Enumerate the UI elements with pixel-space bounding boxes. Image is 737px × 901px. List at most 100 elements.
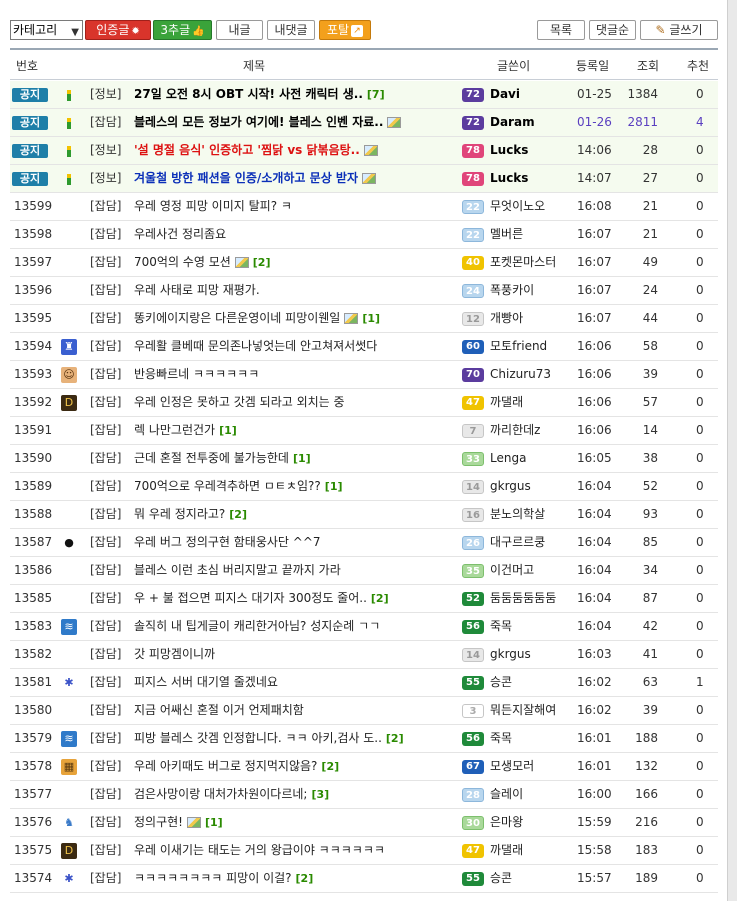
post-writer[interactable]: 까리한데z — [490, 417, 540, 444]
post-title-link[interactable]: 블레스 이런 초심 버리지말고 끝까지 가라 — [134, 557, 341, 584]
level-badge: 55 — [462, 872, 484, 886]
post-writer[interactable]: 까댈래 — [490, 837, 523, 864]
post-title-text: 우레 버그 정의구현 함태웅사단 ^^7 — [134, 535, 321, 549]
level-bar-icon — [60, 137, 78, 164]
table-row: 13578 ▦ [잡담] 우레 아키때도 버그로 정지먹지않음? [2] 67 모생모러 16… — [10, 753, 718, 781]
my-comments-button[interactable]: 내댓글 — [267, 20, 315, 40]
post-writer[interactable]: Lucks — [490, 137, 528, 164]
post-title-link[interactable]: '설 명절 음식' 인증하고 '찜닭 vs 닭볶음탕.. — [134, 137, 378, 164]
post-number: 13597 — [14, 255, 53, 269]
post-writer[interactable]: Davi — [490, 81, 520, 108]
post-title-link[interactable]: 우레 아키때도 버그로 정지먹지않음? [2] — [134, 753, 339, 780]
post-writer[interactable]: 무엇이노오 — [490, 193, 545, 220]
level-bar-icon — [60, 109, 78, 136]
comment-count[interactable]: [2] — [386, 732, 404, 745]
comment-count[interactable]: [2] — [229, 508, 247, 521]
write-button[interactable]: ✎ 글쓰기 — [640, 20, 718, 40]
post-title-link[interactable]: 우레활 클베때 문의존나넣엇는데 안고쳐져서썻다 — [134, 333, 377, 360]
post-writer[interactable]: 모토friend — [490, 333, 547, 360]
comment-count[interactable]: [1] — [293, 452, 311, 465]
post-writer[interactable]: gkrgus — [490, 641, 531, 668]
post-title-link[interactable]: 뭐 우레 정지라고? [2] — [134, 501, 247, 528]
comment-count[interactable]: [1] — [362, 312, 380, 325]
table-row: 13583 ≋ [잡담] 솔직히 내 팁게글이 캐리한거아님? 성지순례 ㄱㄱ 56 죽목… — [10, 613, 718, 641]
post-title-link[interactable]: 우 + 불 접으면 피지스 대기자 300정도 줄어.. [2] — [134, 585, 389, 612]
post-writer[interactable]: 승콘 — [490, 865, 512, 892]
comment-count[interactable]: [2] — [253, 256, 271, 269]
post-writer[interactable]: Daram — [490, 109, 535, 136]
post-title-link[interactable]: 겨울철 방한 패션을 인증/소개하고 문상 받자 — [134, 165, 376, 192]
post-recommend: 0 — [696, 759, 704, 773]
post-title-link[interactable]: 700억으로 우레격추하면 ㅁㅌㅊ임?? [1] — [134, 473, 343, 500]
post-title-link[interactable]: 솔직히 내 팁게글이 캐리한거아님? 성지순례 ㄱㄱ — [134, 613, 380, 640]
comment-count[interactable]: [2] — [321, 760, 339, 773]
post-title-link[interactable]: 27일 오전 8시 OBT 시작! 사전 캐릭터 생.. [7] — [134, 81, 385, 108]
list-button[interactable]: 목록 — [537, 20, 585, 40]
post-title-link[interactable]: 우레사건 정리좀요 — [134, 221, 226, 248]
post-title-link[interactable]: 우레 이새기는 태도는 거의 왕급이야 ㅋㅋㅋㅋㅋㅋ — [134, 837, 385, 864]
post-writer[interactable]: 둠둠둠둠둠둠 — [490, 585, 556, 612]
post-title-link[interactable]: 렉 나만그런건가 [1] — [134, 417, 237, 444]
comment-count[interactable]: [1] — [205, 816, 223, 829]
post-writer[interactable]: 멜버른 — [490, 221, 523, 248]
post-writer[interactable]: 죽목 — [490, 725, 512, 752]
post-writer[interactable]: 포켓몬마스터 — [490, 249, 556, 276]
post-writer[interactable]: Lenga — [490, 445, 526, 472]
category-select-label: 카테고리 — [13, 23, 58, 37]
portal-button[interactable]: 포탈 ↗ — [319, 20, 371, 40]
list-label: 목록 — [549, 23, 573, 37]
post-title-link[interactable]: 근데 혼절 전투중에 불가능한데 [1] — [134, 445, 311, 472]
category-select[interactable]: 카테고리 ▼ — [10, 20, 83, 40]
image-attachment-icon — [234, 257, 249, 268]
post-title-link[interactable]: 피지스 서버 대기열 줄겠네요 — [134, 669, 278, 696]
post-title-link[interactable]: 700억의 수영 모션 [2] — [134, 249, 271, 276]
post-writer[interactable]: 승콘 — [490, 669, 512, 696]
post-title-link[interactable]: 우레 영정 피망 이미지 탈피? ㅋ — [134, 193, 292, 220]
comment-count[interactable]: [1] — [325, 480, 343, 493]
comment-count[interactable]: [3] — [311, 788, 329, 801]
post-date: 15:58 — [577, 843, 612, 857]
notice-badge: 공지 — [12, 116, 48, 130]
comment-count[interactable]: [7] — [367, 88, 385, 101]
post-title-text: 뭐 우레 정지라고? — [134, 507, 226, 521]
my-posts-button[interactable]: 내글 — [216, 20, 263, 40]
post-writer[interactable]: 까댈래 — [490, 389, 523, 416]
certified-posts-button[interactable]: 인증글 ✹ — [85, 20, 151, 40]
comment-count[interactable]: [2] — [296, 872, 314, 885]
post-writer[interactable]: 뭐든지잘해여 — [490, 697, 556, 724]
column-title: 제목 — [243, 59, 266, 73]
post-writer[interactable]: 분노의학살 — [490, 501, 545, 528]
post-writer[interactable]: Chizuru73 — [490, 361, 551, 388]
post-writer[interactable]: Lucks — [490, 165, 528, 192]
post-writer[interactable]: gkrgus — [490, 473, 531, 500]
level-badge: 22 — [462, 228, 484, 242]
post-writer[interactable]: 죽목 — [490, 613, 512, 640]
post-title-link[interactable]: 우레 사태로 피망 재평가. — [134, 277, 260, 304]
post-writer[interactable]: 개빵아 — [490, 305, 523, 332]
post-title-link[interactable]: 갓 피망겜이니까 — [134, 641, 215, 668]
recommended-posts-button[interactable]: 3추글 👍 — [153, 20, 212, 40]
post-writer[interactable]: 폭풍카이 — [490, 277, 534, 304]
post-writer[interactable]: 대구르르쿵 — [490, 529, 545, 556]
post-category: [잡담] — [90, 199, 122, 213]
comment-order-button[interactable]: 댓글순 — [589, 20, 636, 40]
post-title-link[interactable]: 우레 버그 정의구현 함태웅사단 ^^7 — [134, 529, 321, 556]
post-title-link[interactable]: 정의구현! [1] — [134, 809, 223, 836]
comment-count[interactable]: [2] — [371, 592, 389, 605]
post-title-link[interactable]: 우레 인정은 못하고 갓겜 되라고 외치는 중 — [134, 389, 345, 416]
post-title-link[interactable]: 검은사망이랑 대처가차원이다르네; [3] — [134, 781, 329, 808]
post-writer[interactable]: 모생모러 — [490, 753, 534, 780]
post-title-link[interactable]: 반응빠르네 ㅋㅋㅋㅋㅋㅋ — [134, 361, 259, 388]
post-title-text: 겨울철 방한 패션을 인증/소개하고 문상 받자 — [134, 171, 358, 185]
post-writer[interactable]: 은마왕 — [490, 809, 523, 836]
post-title-link[interactable]: ㅋㅋㅋㅋㅋㅋㅋㅋ 피망이 이걸? [2] — [134, 865, 313, 892]
avatar-glyph: ▦ — [61, 759, 77, 775]
post-writer[interactable]: 슬레이 — [490, 781, 523, 808]
post-title-link[interactable]: 지금 어쌔신 혼절 이거 언제패치함 — [134, 697, 304, 724]
post-writer[interactable]: 이건머고 — [490, 557, 534, 584]
table-row: 공지 [정보] 27일 오전 8시 OBT 시작! 사전 캐릭터 생.. [7] 72 D… — [10, 81, 718, 109]
post-title-link[interactable]: 피방 블레스 갓겜 인정합니다. ㅋㅋ 아키,검사 도.. [2] — [134, 725, 404, 752]
post-title-link[interactable]: 블레스의 모든 정보가 여기에! 블레스 인벤 자료.. — [134, 109, 402, 136]
comment-count[interactable]: [1] — [219, 424, 237, 437]
post-title-link[interactable]: 똥키에이지랑은 다른운영이네 피망이웬일 [1] — [134, 305, 380, 332]
